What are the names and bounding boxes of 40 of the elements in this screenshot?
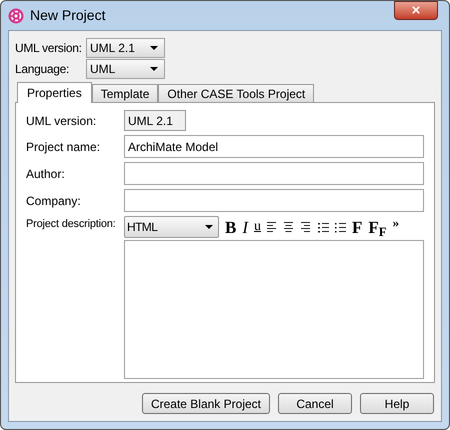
align-center-icon[interactable]	[284, 222, 296, 232]
format-button[interactable]: B	[225, 218, 236, 236]
format-button[interactable]: I	[242, 218, 248, 236]
format-button[interactable]: F$_{F}$	[368, 218, 387, 236]
dropdown-value: HTML	[127, 219, 158, 236]
text-field[interactable]: ArchiMate Model	[124, 135, 424, 158]
field-label: Language:	[15, 61, 70, 78]
format-button[interactable]: »	[392, 216, 400, 229]
bullet-list-icon[interactable]	[335, 222, 346, 232]
format-button[interactable]: F	[352, 218, 362, 236]
app-logo-icon	[8, 8, 24, 24]
tab[interactable]: Properties	[17, 82, 92, 103]
dropdown[interactable]: UML 2.1	[86, 38, 165, 58]
field-label: Project description:	[26, 217, 117, 232]
align-left-icon[interactable]	[267, 222, 278, 232]
align-right-icon[interactable]	[301, 222, 312, 232]
text-field[interactable]	[124, 189, 424, 212]
window-title: New Project	[30, 6, 106, 25]
field-label: UML version:	[15, 40, 83, 57]
caret-icon	[150, 67, 158, 71]
description-editor[interactable]	[124, 240, 424, 379]
dialog-button[interactable]: Help	[360, 393, 434, 414]
text-field[interactable]	[124, 162, 424, 185]
numbered-list-icon[interactable]	[318, 222, 330, 232]
tab[interactable]: Other CASE Tools Project	[158, 84, 314, 102]
field-label: Author:	[26, 166, 66, 182]
field-label: UML version:	[26, 112, 98, 130]
field-label: Company:	[26, 192, 82, 210]
format-dropdown[interactable]: HTML	[124, 216, 219, 238]
caret-icon	[205, 225, 213, 229]
dialog-button[interactable]: Create Blank Project	[142, 393, 270, 414]
field-label: Project name:	[26, 138, 102, 156]
dropdown[interactable]: UML	[86, 59, 165, 79]
dropdown-value: UML 2.1	[90, 40, 135, 57]
tab[interactable]: Template	[92, 84, 158, 102]
dropdown-value: UML	[90, 61, 116, 78]
caret-icon	[150, 46, 158, 50]
read-only-field: UML 2.1	[124, 110, 186, 131]
format-button[interactable]: u	[254, 220, 262, 234]
dialog-button[interactable]: Cancel	[278, 393, 352, 414]
